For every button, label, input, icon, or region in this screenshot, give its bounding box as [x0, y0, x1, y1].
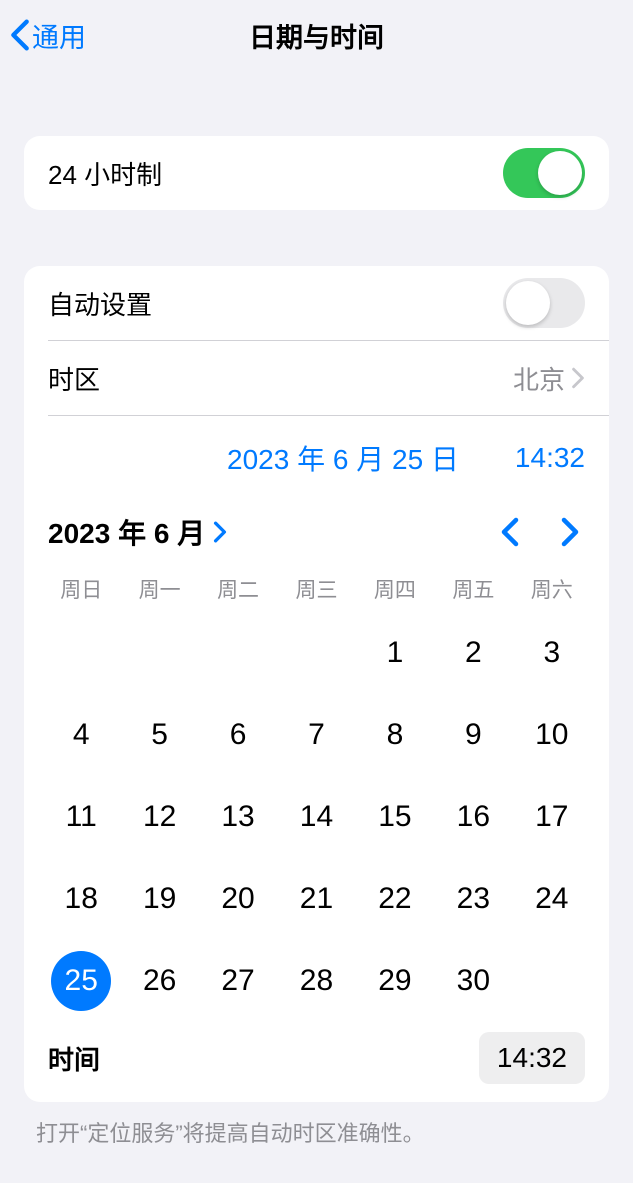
weekday-label: 周三: [277, 568, 355, 610]
calendar-day[interactable]: 15: [356, 776, 434, 858]
section-datetime: 自动设置 时区 北京 2023 年 6 月 25 日 14:32 2023 年 …: [24, 266, 609, 1102]
weekday-row: 周日周一周二周三周四周五周六: [24, 562, 609, 612]
calendar-day[interactable]: 24: [513, 858, 591, 940]
calendar-day[interactable]: 25: [42, 940, 120, 1022]
next-month-button[interactable]: [561, 517, 579, 547]
calendar-day[interactable]: 26: [120, 940, 198, 1022]
toggle-auto-set[interactable]: [503, 278, 585, 328]
weekday-label: 周六: [513, 568, 591, 610]
calendar-day[interactable]: 20: [199, 858, 277, 940]
calendar-day[interactable]: 6: [199, 694, 277, 776]
calendar-empty-cell: [277, 612, 355, 694]
time-row: 时间 14:32: [24, 1022, 609, 1094]
weekday-label: 周日: [42, 568, 120, 610]
weekday-label: 周四: [356, 568, 434, 610]
row-24h: 24 小时制: [24, 136, 609, 210]
calendar-day[interactable]: 12: [120, 776, 198, 858]
calendar-day[interactable]: 3: [513, 612, 591, 694]
toggle-knob: [506, 281, 550, 325]
calendar-day[interactable]: 10: [513, 694, 591, 776]
calendar-day[interactable]: 4: [42, 694, 120, 776]
time-picker[interactable]: 14:32: [479, 1032, 585, 1084]
calendar-day[interactable]: 13: [199, 776, 277, 858]
calendar-day[interactable]: 18: [42, 858, 120, 940]
calendar-empty-cell: [42, 612, 120, 694]
month-label: 2023 年 6 月: [48, 512, 205, 552]
time-row-label: 时间: [48, 1040, 100, 1077]
weekday-label: 周一: [120, 568, 198, 610]
label-timezone: 时区: [48, 360, 100, 397]
calendar-day[interactable]: 17: [513, 776, 591, 858]
time-display[interactable]: 14:32: [515, 442, 585, 474]
calendar-day[interactable]: 21: [277, 858, 355, 940]
row-timezone[interactable]: 时区 北京: [24, 341, 609, 415]
chevron-left-icon: [10, 18, 30, 52]
calendar-empty-cell: [199, 612, 277, 694]
weekday-label: 周五: [434, 568, 512, 610]
calendar-day[interactable]: 2: [434, 612, 512, 694]
label-24h: 24 小时制: [48, 155, 162, 192]
calendar-day[interactable]: 23: [434, 858, 512, 940]
calendar-day[interactable]: 5: [120, 694, 198, 776]
calendar-day[interactable]: 30: [434, 940, 512, 1022]
section-24h: 24 小时制: [24, 136, 609, 210]
toggle-knob: [538, 151, 582, 195]
calendar-day[interactable]: 16: [434, 776, 512, 858]
row-auto-set: 自动设置: [24, 266, 609, 340]
footer-note: 打开“定位服务”将提高自动时区准确性。: [0, 1102, 633, 1148]
month-picker[interactable]: 2023 年 6 月: [48, 512, 227, 552]
calendar-day[interactable]: 1: [356, 612, 434, 694]
calendar-day[interactable]: 11: [42, 776, 120, 858]
weekday-label: 周二: [199, 568, 277, 610]
calendar-day[interactable]: 9: [434, 694, 512, 776]
calendar-day[interactable]: 14: [277, 776, 355, 858]
calendar-day[interactable]: 29: [356, 940, 434, 1022]
calendar-day[interactable]: 8: [356, 694, 434, 776]
calendar-day[interactable]: 19: [120, 858, 198, 940]
calendar-day-selected: 25: [51, 951, 111, 1011]
nav-bar: 通用 日期与时间: [0, 0, 633, 70]
calendar-header: 2023 年 6 月: [24, 496, 609, 562]
chevron-right-icon: [561, 517, 579, 547]
chevron-right-icon: [213, 521, 227, 543]
calendar-day[interactable]: 27: [199, 940, 277, 1022]
calendar-day[interactable]: 28: [277, 940, 355, 1022]
calendar-day[interactable]: 7: [277, 694, 355, 776]
calendar-empty-cell: [120, 612, 198, 694]
prev-month-button[interactable]: [501, 517, 519, 547]
toggle-24h[interactable]: [503, 148, 585, 198]
page-title: 日期与时间: [249, 16, 384, 55]
chevron-right-icon: [571, 367, 585, 389]
back-button[interactable]: 通用: [10, 16, 86, 55]
calendar-grid: 1234567891011121314151617181920212223242…: [24, 612, 609, 1022]
calendar-day[interactable]: 22: [356, 858, 434, 940]
value-timezone: 北京: [513, 360, 565, 397]
back-label: 通用: [32, 16, 86, 55]
label-auto-set: 自动设置: [48, 285, 152, 322]
date-display[interactable]: 2023 年 6 月 25 日: [227, 438, 459, 478]
chevron-left-icon: [501, 517, 519, 547]
datetime-display-row: 2023 年 6 月 25 日 14:32: [24, 416, 609, 496]
